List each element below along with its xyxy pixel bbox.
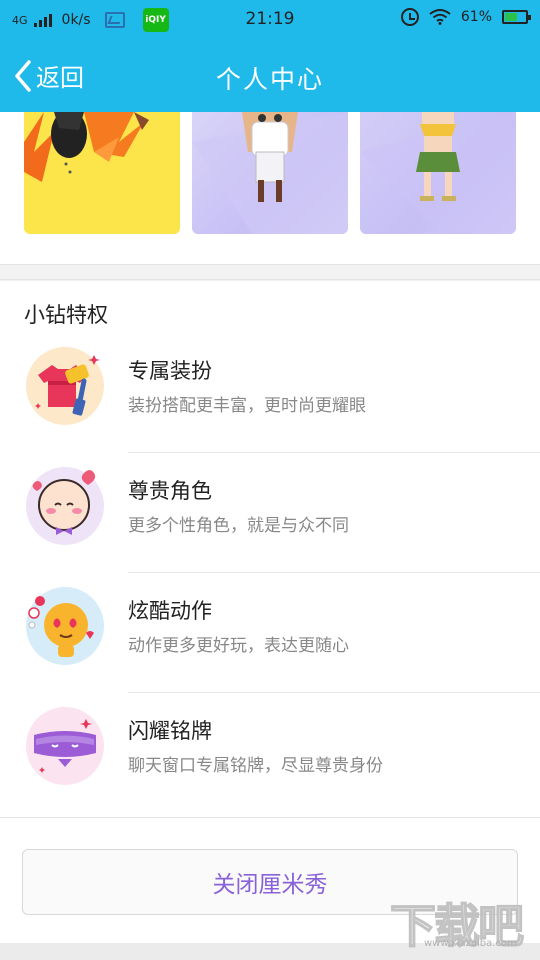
privilege-item-character[interactable]: 尊贵角色 更多个性角色，就是与众不同 (0, 453, 540, 573)
privilege-subtitle: 动作更多更好玩，表达更随心 (128, 636, 349, 656)
privilege-item-nameplate[interactable]: 闪耀铭牌 聊天窗口专属铭牌，尽显尊贵身份 (0, 693, 540, 813)
outfit-card-maid[interactable] (192, 112, 348, 234)
wifi-icon (429, 9, 451, 25)
privilege-subtitle: 聊天窗口专属铭牌，尽显尊贵身份 (128, 756, 383, 776)
section-divider (0, 264, 540, 280)
privilege-title: 专属装扮 (128, 359, 212, 383)
status-right: 61% (400, 8, 531, 26)
maid-character-image (192, 112, 348, 234)
privilege-title: 尊贵角色 (128, 479, 212, 503)
privilege-title: 炫酷动作 (128, 599, 212, 623)
outfit-roller-icon (24, 345, 106, 427)
privilege-item-outfit[interactable]: 专属装扮 装扮搭配更丰富，更时尚更耀眼 (0, 333, 540, 453)
watermark-url: www.xiazaiba.com (424, 938, 517, 949)
outfit-card-strip (0, 112, 540, 264)
heart-eyes-icon (24, 585, 106, 667)
page-title: 个人中心 (215, 65, 324, 94)
privilege-title: 闪耀铭牌 (128, 719, 212, 743)
privilege-subtitle: 更多个性角色，就是与众不同 (128, 516, 349, 536)
section-title: 小钻特权 (24, 303, 108, 327)
watermark-logo: 下载吧 www.xiazaiba.com (389, 890, 530, 954)
character-face-icon (24, 465, 106, 547)
outfit-card-hula[interactable] (360, 112, 516, 234)
battery-percent: 61% (460, 9, 492, 25)
fire-character-image (24, 112, 149, 182)
privilege-item-action[interactable]: 炫酷动作 动作更多更好玩，表达更随心 (0, 573, 540, 693)
hula-character-image (360, 112, 516, 234)
navigation-bar: 返回 个人中心 (0, 38, 540, 112)
nameplate-icon (24, 705, 106, 787)
outfit-card-fire[interactable] (24, 112, 180, 234)
alarm-icon (400, 8, 419, 26)
battery-icon (502, 10, 531, 24)
status-bar: 4G 0k/s iQIY 21:19 61% (0, 0, 540, 38)
privilege-subtitle: 装扮搭配更丰富，更时尚更耀眼 (128, 396, 366, 416)
privileges-section: 小钻特权 专属装扮 装扮搭配更丰富，更时尚更耀眼 尊贵角色 更多个性角色，就是与… (0, 281, 540, 817)
